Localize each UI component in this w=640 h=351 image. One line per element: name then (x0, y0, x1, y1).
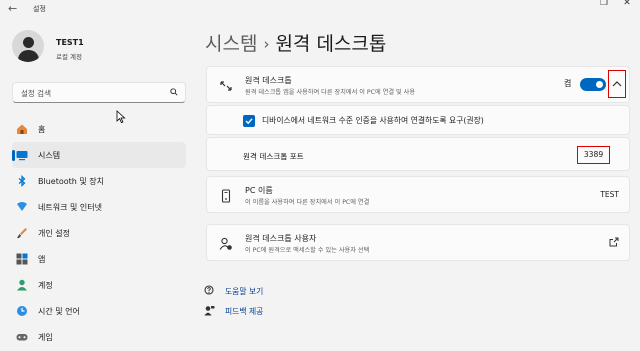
sidebar-item-accounts[interactable]: 계정 (12, 272, 186, 298)
sidebar-item-system[interactable]: 시스템 (12, 142, 186, 168)
title-bar: ← 설정 ❐ ✕ (0, 0, 640, 18)
remote-desktop-toggle[interactable] (580, 78, 606, 91)
breadcrumb-parent[interactable]: 시스템 (205, 33, 257, 55)
globe-clock-icon (17, 306, 27, 316)
sidebar-item-time-language[interactable]: 시간 및 언어 (12, 298, 186, 324)
collapse-button[interactable] (608, 70, 626, 98)
mouse-pointer-icon (116, 110, 126, 124)
breadcrumb-separator: › (263, 35, 270, 53)
remote-users-title: 원격 데스크톱 사용자 (245, 234, 317, 243)
checkmark-icon (245, 118, 253, 125)
brush-icon (17, 228, 27, 239)
apps-icon (16, 253, 28, 265)
app-title: 설정 (33, 5, 46, 13)
close-window-icon[interactable]: ✕ (620, 0, 634, 8)
nla-label[interactable]: 디바이스에서 네트워크 수준 인증을 사용하여 연결하도록 요구(권장) (262, 115, 484, 126)
home-icon (17, 124, 27, 134)
breadcrumb: 시스템 › 원격 데스크톱 (205, 29, 386, 56)
search-input[interactable]: 설정 검색 (21, 88, 51, 99)
bluetooth-icon (18, 175, 26, 187)
pc-tower-icon (221, 189, 231, 203)
pc-name-title: PC 이름 (245, 186, 273, 195)
page-title: 원격 데스크톱 (275, 33, 387, 55)
back-arrow-icon[interactable]: ← (8, 2, 17, 15)
nla-checkbox[interactable] (243, 115, 255, 127)
toggle-state-label: 켬 (564, 79, 572, 88)
sidebar-item-gaming[interactable]: 게임 (12, 324, 186, 350)
port-value: 3389 (577, 146, 610, 164)
feedback-icon (204, 306, 215, 316)
restore-window-icon[interactable]: ❐ (597, 0, 611, 8)
account-icon (17, 279, 27, 291)
remote-desktop-description: 원격 데스크톱 앱을 사용하여 다른 장치에서 이 PC에 연결 및 사용 (245, 89, 416, 96)
external-link-icon (609, 237, 619, 247)
port-label: 원격 데스크톱 포트 (243, 152, 304, 161)
remote-desktop-icon (220, 81, 232, 91)
pc-name-description: 이 이름을 사용하여 다른 장치에서 이 PC에 연결 (245, 199, 370, 206)
system-icon (16, 151, 28, 161)
remote-desktop-card: 원격 데스크톱 원격 데스크톱 앱을 사용하여 다른 장치에서 이 PC에 연결… (206, 66, 630, 103)
controller-icon (16, 334, 28, 341)
user-name: TEST1 (56, 38, 84, 47)
users-icon (219, 237, 232, 250)
account-type: 로컬 계정 (56, 53, 82, 61)
port-row: 원격 데스크톱 포트 3389 (206, 137, 630, 171)
search-icon (170, 88, 178, 96)
sidebar-item-personalization[interactable]: 개인 설정 (12, 220, 186, 246)
sidebar-item-bluetooth[interactable]: Bluetooth 및 장치 (12, 168, 186, 194)
pc-name-card[interactable]: PC 이름 이 이름을 사용하여 다른 장치에서 이 PC에 연결 TEST (206, 176, 630, 213)
help-icon (204, 285, 214, 295)
sidebar-item-apps[interactable]: 앱 (12, 246, 186, 272)
nla-row: 디바이스에서 네트워크 수준 인증을 사용하여 연결하도록 요구(권장) (206, 105, 630, 135)
sidebar-item-home[interactable]: 홈 (12, 116, 186, 142)
remote-desktop-title: 원격 데스크톱 (245, 76, 292, 85)
avatar (12, 30, 44, 62)
pc-name-value: TEST (600, 190, 619, 199)
sidebar-nav: 홈 시스템 Bluetooth 및 장치 네트워크 및 인터넷 개인 설정 앱 … (12, 116, 186, 350)
settings-search-box[interactable]: 설정 검색 (12, 82, 186, 103)
sidebar-item-network[interactable]: 네트워크 및 인터넷 (12, 194, 186, 220)
remote-users-card[interactable]: 원격 데스크톱 사용자 이 PC에 원격으로 액세스할 수 있는 사용자 선택 (206, 224, 630, 261)
chevron-up-icon (612, 81, 622, 87)
remote-users-description: 이 PC에 원격으로 액세스할 수 있는 사용자 선택 (245, 247, 370, 254)
network-icon (17, 202, 27, 211)
